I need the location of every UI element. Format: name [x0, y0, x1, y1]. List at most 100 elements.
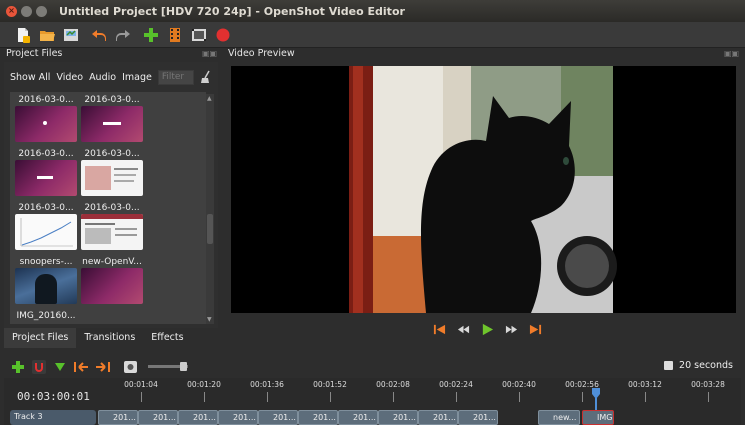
snapping-magnet-icon[interactable] [32, 360, 46, 374]
scrollbar-thumb[interactable] [207, 214, 213, 244]
openshot-window: × Untitled Project [HDV 720 24p] - OpenS… [0, 0, 745, 425]
play-button[interactable] [479, 321, 495, 337]
ruler-tick-label: 00:02:40 [502, 380, 536, 389]
file-item[interactable]: 2016-03-0... [14, 148, 78, 196]
ruler-tick-label: 00:01:52 [313, 380, 347, 389]
jump-to-end-icon [529, 324, 541, 334]
window-title: Untitled Project [HDV 720 24p] - OpenSho… [59, 4, 405, 18]
close-window-button[interactable]: × [6, 5, 17, 17]
file-item[interactable]: new-OpenV... [80, 256, 144, 304]
maximize-window-button[interactable] [36, 5, 47, 17]
panel-float-close-icon[interactable]: ▣▣ [724, 49, 739, 58]
ruler-tick [708, 392, 709, 402]
ruler-tick-label: 00:01:36 [250, 380, 284, 389]
timeline-clip[interactable]: 201... [218, 410, 258, 425]
fast-forward-button[interactable] [503, 321, 519, 337]
play-icon [482, 323, 493, 335]
file-label: 2016-03-0... [18, 203, 74, 213]
scroll-up-arrow-icon[interactable]: ▲ [207, 95, 212, 102]
zoom-icon [664, 361, 674, 370]
file-label: 2016-03-0... [84, 149, 140, 159]
filter-input[interactable] [157, 69, 194, 85]
redo-button[interactable] [114, 26, 132, 44]
tab-transitions[interactable]: Transitions [76, 328, 143, 348]
ruler-tick [267, 392, 268, 402]
timeline-clip[interactable]: 201... [98, 410, 138, 425]
timeline-clip[interactable]: 201... [338, 410, 378, 425]
file-item[interactable]: 2016-03-0... [80, 202, 144, 250]
file-label: 2016-03-0... [84, 95, 140, 105]
export-video-button[interactable] [214, 26, 232, 44]
zoom-slider-handle[interactable] [180, 362, 187, 371]
file-filter-bar: Show All Video Audio Image [10, 68, 212, 86]
timeline-clip[interactable]: 201... [418, 410, 458, 425]
project-files-scrollbar[interactable]: ▲ ▼ [206, 94, 214, 324]
file-thumbnail [15, 106, 77, 142]
timeline-clip[interactable]: 201... [458, 410, 498, 425]
add-track-icon[interactable] [12, 361, 24, 373]
image-filter[interactable]: Image [122, 72, 152, 83]
timeline-ruler[interactable]: 00:01:04 00:01:20 00:01:36 00:01:52 00:02:08… [100, 380, 740, 406]
timeline-clip[interactable]: 201... [378, 410, 418, 425]
tab-effects[interactable]: Effects [143, 328, 191, 348]
fullscreen-icon [192, 28, 206, 41]
ruler-tick [582, 392, 583, 402]
ruler-tick [330, 392, 331, 402]
timeline-clip[interactable]: IMG... [582, 410, 614, 425]
choose-profile-button[interactable] [166, 26, 184, 44]
choose-profile-icon [170, 27, 180, 42]
ruler-tick-label: 00:03:12 [628, 380, 662, 389]
file-label: snoopers-... [19, 257, 73, 267]
center-timeline-icon[interactable] [124, 361, 137, 373]
file-item[interactable]: 2016-03-0... [14, 202, 78, 250]
open-project-button[interactable] [38, 26, 56, 44]
timeline-toolbar [0, 356, 745, 378]
undo-button[interactable] [90, 26, 108, 44]
audio-filter[interactable]: Audio [89, 72, 116, 83]
track-name[interactable]: Track 3 [10, 410, 96, 425]
save-project-button[interactable] [62, 26, 80, 44]
file-item[interactable]: 2016-03-0... [14, 94, 78, 142]
timeline-clip[interactable]: 201... [258, 410, 298, 425]
timeline-clip[interactable]: 201... [298, 410, 338, 425]
ruler-tick-label: 00:01:04 [124, 380, 158, 389]
undo-icon [92, 29, 106, 41]
video-preview-title: Video Preview [228, 47, 295, 59]
ruler-tick-label: 00:02:08 [376, 380, 410, 389]
panel-float-close-icon[interactable]: ▣▣ [202, 49, 217, 58]
zoom-level: 20 seconds [664, 360, 733, 371]
ruler-tick [393, 392, 394, 402]
video-preview-canvas[interactable] [231, 66, 736, 313]
ruler-tick [519, 392, 520, 402]
fullscreen-button[interactable] [190, 26, 208, 44]
save-project-icon [64, 28, 78, 41]
file-item[interactable]: IMG_20160... [14, 310, 78, 322]
new-project-button[interactable] [14, 26, 32, 44]
timeline-clip[interactable]: 201... [178, 410, 218, 425]
jump-to-start-button[interactable] [431, 321, 447, 337]
current-timecode: 00:03:00:01 [17, 390, 90, 403]
next-marker-icon[interactable] [96, 361, 110, 373]
timeline-clip[interactable]: new... [538, 410, 580, 425]
zoom-slider[interactable] [148, 362, 188, 371]
minimize-window-button[interactable] [21, 5, 32, 17]
timeline-clip[interactable]: 201... [138, 410, 178, 425]
video-filter[interactable]: Video [56, 72, 83, 83]
import-files-button[interactable] [142, 26, 160, 44]
clear-filter-broom-icon[interactable] [200, 70, 212, 84]
file-item[interactable]: snoopers-... [14, 256, 78, 304]
jump-to-end-button[interactable] [527, 321, 543, 337]
show-all-filter[interactable]: Show All [10, 72, 50, 83]
ruler-tick-label: 00:03:28 [691, 380, 725, 389]
file-thumbnail [81, 214, 143, 250]
tab-project-files[interactable]: Project Files [4, 328, 77, 348]
rewind-button[interactable] [455, 321, 471, 337]
previous-marker-icon[interactable] [74, 361, 88, 373]
add-marker-icon[interactable] [54, 361, 66, 373]
file-item[interactable]: 2016-03-0... [80, 94, 144, 142]
project-files-header: Project Files [0, 46, 222, 60]
file-label: new-OpenV... [82, 257, 142, 267]
scroll-down-arrow-icon[interactable]: ▼ [207, 316, 212, 323]
file-thumbnail [81, 160, 143, 196]
file-item[interactable]: 2016-03-0... [80, 148, 144, 196]
